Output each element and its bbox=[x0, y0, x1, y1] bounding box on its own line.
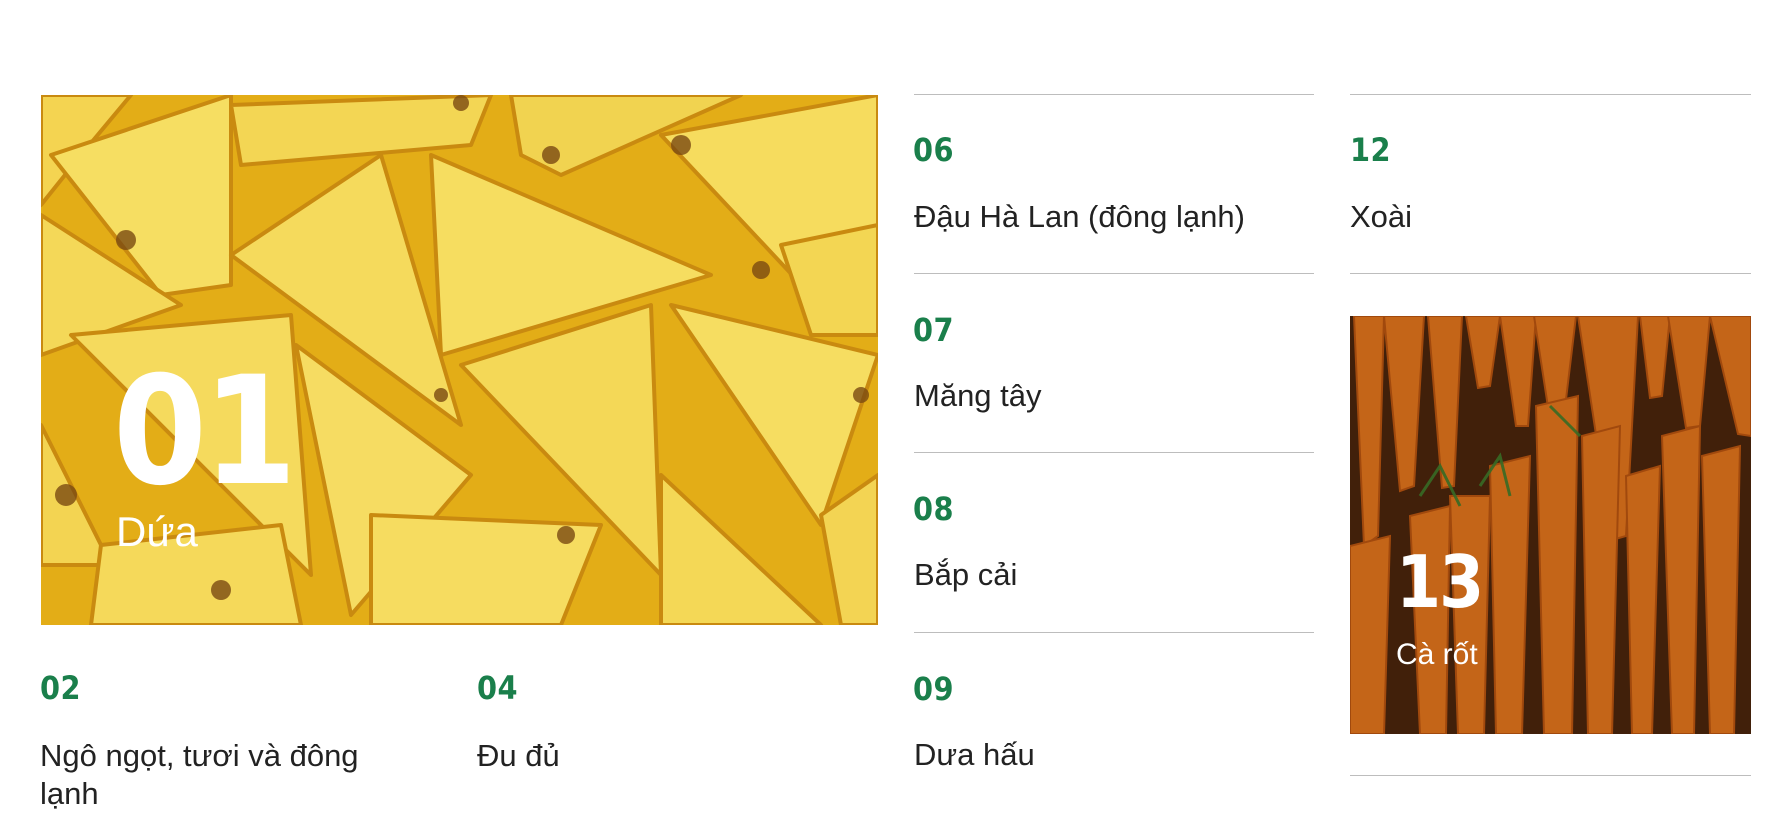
item-number: 04 bbox=[477, 669, 519, 707]
featured-card-pineapple[interactable]: 01 Dứa bbox=[41, 95, 878, 625]
divider bbox=[1350, 273, 1751, 274]
divider bbox=[914, 94, 1314, 95]
item-number: 09 bbox=[913, 670, 955, 708]
item-number: 07 bbox=[913, 311, 955, 349]
item-number: 06 bbox=[913, 131, 955, 169]
item-name[interactable]: Đu đủ bbox=[477, 737, 560, 775]
item-name[interactable]: Bắp cải bbox=[914, 556, 1017, 594]
divider bbox=[914, 273, 1314, 274]
featured-card-carrot[interactable]: 13 Cà rốt bbox=[1350, 316, 1751, 734]
item-name[interactable]: Dưa hấu bbox=[914, 736, 1035, 774]
item-number: 08 bbox=[913, 490, 955, 528]
divider bbox=[1350, 775, 1751, 776]
item-number: 02 bbox=[40, 669, 82, 707]
divider bbox=[914, 632, 1314, 633]
item-name[interactable]: Đậu Hà Lan (đông lạnh) bbox=[914, 198, 1245, 236]
item-name[interactable]: Xoài bbox=[1350, 198, 1412, 236]
carrot-number: 13 bbox=[1396, 540, 1484, 624]
item-name[interactable]: Ngô ngọt, tươi và đông lạnh bbox=[40, 737, 400, 813]
featured-number: 01 bbox=[113, 345, 297, 519]
item-name[interactable]: Măng tây bbox=[914, 377, 1042, 415]
carrot-name: Cà rốt bbox=[1396, 638, 1478, 671]
featured-name: Dứa bbox=[116, 508, 198, 555]
divider bbox=[914, 452, 1314, 453]
divider bbox=[1350, 94, 1751, 95]
item-number: 12 bbox=[1350, 131, 1392, 169]
